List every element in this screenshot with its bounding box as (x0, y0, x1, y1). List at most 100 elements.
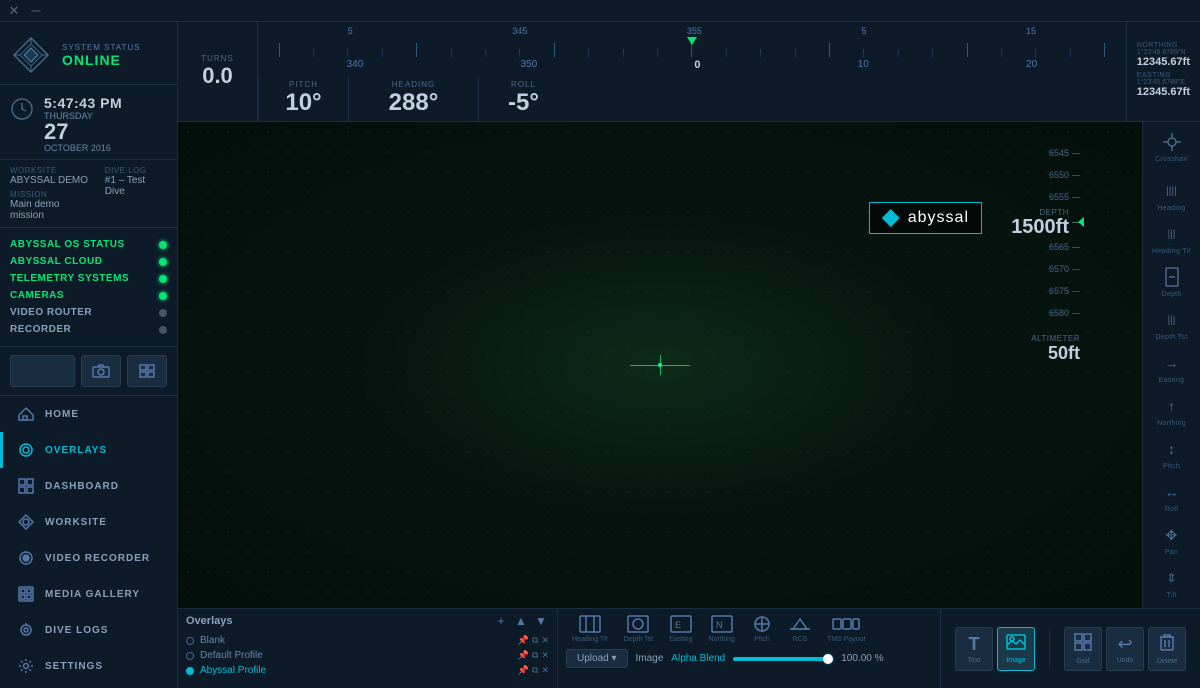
text-icon: T (969, 634, 980, 655)
status-item-cameras[interactable]: CAMERAS (0, 287, 177, 304)
overlay-copy-default[interactable]: ⧉ (532, 650, 538, 661)
easting-value: 12345.67ft (1137, 86, 1190, 98)
divelog-label: DIVE LOG (105, 166, 167, 175)
overlay-radio-default[interactable] (186, 652, 194, 660)
overlays-move-down-button[interactable]: ▼ (533, 613, 549, 629)
camera-tool-button[interactable] (81, 355, 121, 387)
undo-button[interactable]: ↩ Undo (1106, 627, 1144, 671)
overlay-radio-abyssal[interactable] (186, 667, 194, 675)
depth-mark-6575: 6575 (1049, 280, 1080, 302)
overlay-pin-default[interactable]: 📌 (518, 650, 529, 661)
overlays-move-up-button[interactable]: ▲ (513, 613, 529, 629)
turns-value: 0.0 (202, 63, 233, 89)
toolbar-btn-rcs[interactable]: RCS (783, 613, 817, 645)
pitch-panel: PITCH 10° (258, 76, 348, 121)
right-tool-depth-tst[interactable]: ||| Depth Tst (1150, 304, 1194, 345)
nav-item-settings[interactable]: SETTINGS (0, 648, 177, 684)
mission-label: MISSION (10, 190, 95, 199)
nav-item-video-recorder[interactable]: VIDEO RECORDER (0, 540, 177, 576)
delete-button[interactable]: Delete (1148, 627, 1186, 671)
toolbar-btn-tms-payout[interactable]: TMS Payout (821, 613, 872, 645)
right-tool-northing[interactable]: ↑ Northing (1150, 390, 1194, 431)
heading-panel: HEADING 288° (348, 76, 478, 121)
day-number: 27 (44, 121, 122, 143)
nav-item-overlays[interactable]: OVERLAYS (0, 432, 177, 468)
overlay-pin-abyssal[interactable]: 📌 (518, 665, 529, 676)
nav-item-home[interactable]: HOME (0, 396, 177, 432)
status-dot-abyssal-os (159, 241, 167, 249)
status-item-recorder[interactable]: RECORDER (0, 321, 177, 338)
status-label-abyssal-cloud: ABYSSAL CLOUD (10, 256, 102, 267)
right-tool-roll[interactable]: ↔ Roll (1150, 476, 1194, 517)
toolbar-btn-heading-tlt[interactable]: Heading Tlt (566, 613, 614, 645)
status-item-telemetry[interactable]: TELEMETRY SYSTEMS (0, 270, 177, 287)
nav-label-overlays: OVERLAYS (45, 445, 107, 456)
close-button[interactable]: ✕ (8, 5, 20, 17)
overlays-add-button[interactable]: + (493, 613, 509, 629)
pitch-icon: ↕ (1160, 437, 1184, 461)
right-tool-pan[interactable]: ✥ Pan (1150, 519, 1194, 560)
altimeter-value: 50ft (1048, 343, 1080, 364)
right-tool-pitch[interactable]: ↕ Pitch (1150, 433, 1194, 474)
easting-label-rt: Easting (1159, 377, 1184, 384)
roll-label: ROLL (511, 80, 536, 89)
overlay-item-default[interactable]: Default Profile 📌 ⧉ ✕ (186, 648, 549, 663)
toolbar-label-tms-payout: TMS Payout (827, 636, 866, 643)
nav-item-worksite[interactable]: WORKSITE (0, 504, 177, 540)
easting-label: EASTING (1137, 72, 1190, 79)
right-tool-heading-tlt2[interactable]: ||| Heading Tlt (1150, 218, 1194, 259)
overlay-copy-abyssal[interactable]: ⧉ (532, 665, 538, 676)
brand-diamond (882, 209, 900, 227)
overlay-copy-blank[interactable]: ⧉ (532, 635, 538, 646)
tilt-icon: ⇕ (1160, 566, 1184, 590)
toolbar-btn-pitch[interactable]: Pitch (745, 613, 779, 645)
northing-value: 12345.67ft (1137, 56, 1190, 68)
upload-button[interactable]: Upload ▾ (566, 649, 628, 668)
nav-item-media-gallery[interactable]: MEDIA GALLERY (0, 576, 177, 612)
status-item-abyssal-os[interactable]: ABYSSAL OS STATUS (0, 236, 177, 253)
text-button[interactable]: T Text (955, 627, 993, 671)
right-tool-easting[interactable]: → Easting (1150, 347, 1194, 388)
overlay-pin-blank[interactable]: 📌 (518, 635, 529, 646)
alpha-slider[interactable] (733, 657, 833, 661)
right-tool-crosshair[interactable]: Crosshair (1150, 126, 1194, 167)
nav-item-dashboard[interactable]: DASHBOARD (0, 468, 177, 504)
overlay-delete-blank[interactable]: ✕ (541, 635, 549, 646)
tilt-label-rt: Tilt (1166, 592, 1176, 599)
toolbar-btn-depth-tst[interactable]: Depth Tst (618, 613, 659, 645)
toolbar-bottom: Upload ▾ Image Alpha Blend 100.00 % (566, 649, 932, 668)
right-tool-heading-tlt[interactable]: |||| Heading (1150, 175, 1194, 216)
overlay-delete-default[interactable]: ✕ (541, 650, 549, 661)
overlay-radio-blank[interactable] (186, 637, 194, 645)
undo-icon: ↩ (1117, 634, 1132, 655)
easting-row: EASTING 1°23'45.6788"E 12345.67ft (1137, 72, 1190, 98)
nav-label-media-gallery: MEDIA GALLERY (45, 589, 140, 600)
alpha-slider-thumb[interactable] (823, 654, 833, 664)
toolbar-btn-easting[interactable]: E Easting (663, 613, 698, 645)
heading-tlt-label: Heading (1157, 205, 1185, 212)
overlay-item-abyssal[interactable]: Abyssal Profile 📌 ⧉ ✕ (186, 663, 549, 678)
minimize-button[interactable]: ─ (30, 5, 42, 17)
depth-mark-6550: 6550 (1049, 164, 1080, 186)
alpha-value: 100.00 % (841, 653, 883, 664)
overlay-name-blank: Blank (200, 635, 512, 646)
status-item-video-router[interactable]: VIDEO ROUTER (0, 304, 177, 321)
nav-item-dive-logs[interactable]: DIVE LOGS (0, 612, 177, 648)
image-button[interactable]: Image (997, 627, 1035, 671)
toolbar-btn-northing[interactable]: N Northing (702, 613, 740, 645)
overlay-item-blank[interactable]: Blank 📌 ⧉ ✕ (186, 633, 549, 648)
status-items: ABYSSAL OS STATUS ABYSSAL CLOUD TELEMETR… (0, 228, 177, 347)
right-tool-tilt[interactable]: ⇕ Tilt (1150, 562, 1194, 603)
overlay-delete-abyssal[interactable]: ✕ (541, 665, 549, 676)
grid-button[interactable]: Grid (1064, 627, 1102, 671)
status-label-telemetry: TELEMETRY SYSTEMS (10, 273, 129, 284)
search-input[interactable] (10, 355, 75, 387)
crosshair-label: Crosshair (1155, 156, 1188, 163)
status-item-abyssal-cloud[interactable]: ABYSSAL CLOUD (0, 253, 177, 270)
content-row: SYSTEM STATUS ONLINE 5:47:43 PM THURSDAY (0, 22, 1200, 688)
system-status-value: ONLINE (62, 52, 141, 68)
grid-tool-button[interactable] (127, 355, 167, 387)
status-dot-video-router (159, 309, 167, 317)
right-tool-depth[interactable]: Depth (1150, 261, 1194, 302)
easting-icon: → (1160, 351, 1184, 375)
